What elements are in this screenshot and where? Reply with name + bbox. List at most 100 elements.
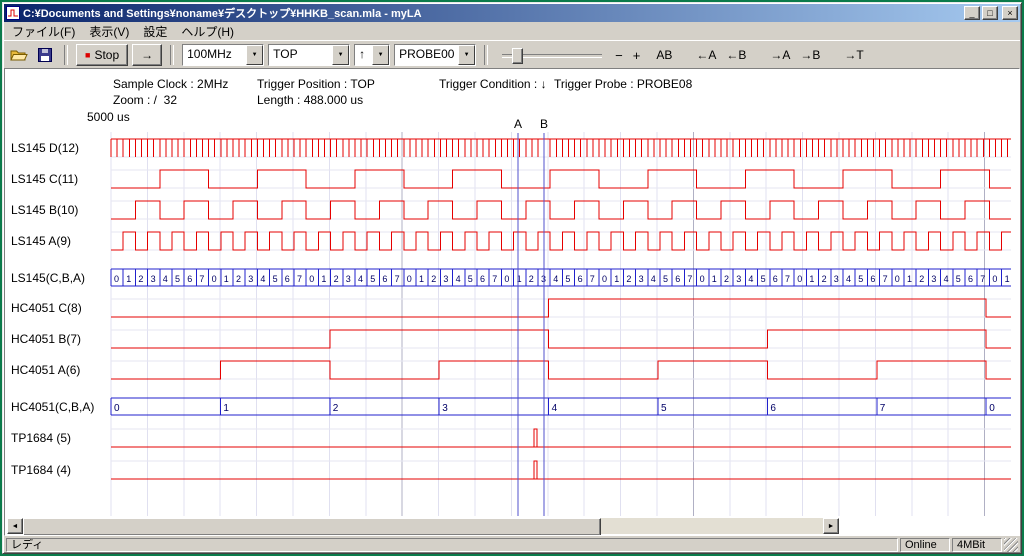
- menu-settings[interactable]: 設定: [136, 22, 174, 41]
- svg-text:6: 6: [285, 274, 290, 284]
- svg-text:4: 4: [260, 274, 265, 284]
- chevron-down-icon[interactable]: ▼: [372, 45, 389, 65]
- svg-text:1: 1: [1005, 274, 1010, 284]
- svg-text:3: 3: [834, 274, 839, 284]
- svg-text:6: 6: [187, 274, 192, 284]
- chevron-down-icon[interactable]: ▼: [458, 45, 475, 65]
- svg-text:2: 2: [529, 274, 534, 284]
- svg-text:7: 7: [785, 274, 790, 284]
- svg-text:5: 5: [761, 274, 766, 284]
- svg-text:5: 5: [661, 403, 667, 414]
- open-button[interactable]: [8, 44, 30, 66]
- svg-text:3: 3: [442, 403, 448, 414]
- svg-text:3: 3: [931, 274, 936, 284]
- window-title: C:¥Documents and Settings¥noname¥デスクトップ¥…: [23, 5, 961, 21]
- close-button[interactable]: ×: [1002, 6, 1018, 20]
- window-controls: _ □ ×: [964, 6, 1018, 20]
- sample-clock-value: 100MHz: [183, 45, 246, 65]
- stop-button[interactable]: ■ Stop: [76, 44, 128, 66]
- sample-clock-select[interactable]: 100MHz ▼: [182, 44, 264, 66]
- waveform-hscrollbar[interactable]: ◄ ►: [7, 518, 839, 534]
- resize-grip[interactable]: [1004, 538, 1018, 552]
- svg-text:1: 1: [517, 274, 522, 284]
- svg-text:4: 4: [553, 274, 558, 284]
- goto-cursor-b-left-button[interactable]: ←B: [723, 46, 749, 64]
- goto-cursor-a-left-button[interactable]: ←A: [693, 46, 719, 64]
- svg-text:0: 0: [504, 274, 509, 284]
- menu-view[interactable]: 表示(V): [82, 22, 136, 41]
- svg-text:3: 3: [639, 274, 644, 284]
- goto-cursor-a-right-button[interactable]: →A: [767, 46, 793, 64]
- svg-text:2: 2: [334, 274, 339, 284]
- chevron-down-icon[interactable]: ▼: [246, 45, 263, 65]
- folder-open-icon: [10, 48, 28, 62]
- svg-text:6: 6: [675, 274, 680, 284]
- goto-trigger-button[interactable]: →T: [841, 46, 866, 64]
- zoom-slider[interactable]: [502, 45, 602, 65]
- svg-text:0: 0: [989, 403, 995, 414]
- svg-text:5: 5: [370, 274, 375, 284]
- slider-thumb[interactable]: [512, 48, 523, 64]
- goto-cursor-b-right-button[interactable]: →B: [797, 46, 823, 64]
- svg-text:5: 5: [273, 274, 278, 284]
- svg-text:1: 1: [614, 274, 619, 284]
- minimize-button[interactable]: _: [964, 6, 980, 20]
- menu-help[interactable]: ヘルプ(H): [174, 22, 241, 41]
- svg-text:1: 1: [223, 403, 229, 414]
- svg-text:5: 5: [956, 274, 961, 284]
- maximize-button[interactable]: □: [982, 6, 998, 20]
- title-bar[interactable]: C:¥Documents and Settings¥noname¥デスクトップ¥…: [4, 4, 1020, 22]
- svg-text:0: 0: [797, 274, 802, 284]
- svg-text:1: 1: [224, 274, 229, 284]
- trigger-edge-value: ↑: [355, 45, 372, 65]
- svg-text:4: 4: [456, 274, 461, 284]
- svg-text:6: 6: [968, 274, 973, 284]
- svg-text:6: 6: [770, 403, 776, 414]
- svg-text:0: 0: [895, 274, 900, 284]
- status-bar: レディ Online 4MBit: [4, 536, 1020, 552]
- svg-text:5: 5: [858, 274, 863, 284]
- svg-text:1: 1: [907, 274, 912, 284]
- svg-text:2: 2: [333, 403, 339, 414]
- svg-text:0: 0: [407, 274, 412, 284]
- app-window: C:¥Documents and Settings¥noname¥デスクトップ¥…: [2, 2, 1022, 554]
- scroll-left-button[interactable]: ◄: [7, 518, 23, 534]
- chevron-down-icon[interactable]: ▼: [332, 45, 349, 65]
- save-button[interactable]: [34, 44, 56, 66]
- svg-text:3: 3: [346, 274, 351, 284]
- stop-label: Stop: [94, 48, 119, 62]
- svg-text:6: 6: [870, 274, 875, 284]
- svg-text:4: 4: [358, 274, 363, 284]
- toolbar-separator: [484, 45, 488, 65]
- svg-text:7: 7: [199, 274, 204, 284]
- svg-text:6: 6: [382, 274, 387, 284]
- svg-text:0: 0: [212, 274, 217, 284]
- status-memory: 4MBit: [952, 538, 1002, 552]
- waveform-plot[interactable]: 0123456701234567012345670123456701234567…: [5, 69, 1019, 535]
- menu-file[interactable]: ファイル(F): [5, 22, 82, 41]
- svg-text:1: 1: [321, 274, 326, 284]
- scrollbar-track[interactable]: [23, 518, 823, 534]
- scroll-right-button[interactable]: ►: [823, 518, 839, 534]
- zoom-in-button[interactable]: +: [630, 46, 644, 65]
- run-button[interactable]: →: [132, 44, 162, 66]
- trigger-edge-select[interactable]: ↑ ▼: [354, 44, 390, 66]
- scrollbar-thumb[interactable]: [23, 518, 601, 536]
- svg-text:2: 2: [822, 274, 827, 284]
- svg-text:7: 7: [297, 274, 302, 284]
- svg-text:4: 4: [748, 274, 753, 284]
- ab-cursors-button[interactable]: AB: [653, 46, 675, 64]
- trigger-probe-select[interactable]: PROBE00 ▼: [394, 44, 476, 66]
- svg-text:3: 3: [736, 274, 741, 284]
- svg-text:0: 0: [602, 274, 607, 284]
- svg-text:2: 2: [431, 274, 436, 284]
- trigger-probe-value: PROBE00: [395, 45, 458, 65]
- status-message: レディ: [6, 538, 898, 552]
- zoom-out-button[interactable]: −: [612, 46, 626, 65]
- svg-text:4: 4: [944, 274, 949, 284]
- svg-text:3: 3: [443, 274, 448, 284]
- trigger-position-select[interactable]: TOP ▼: [268, 44, 350, 66]
- svg-text:6: 6: [773, 274, 778, 284]
- svg-text:5: 5: [468, 274, 473, 284]
- svg-text:0: 0: [992, 274, 997, 284]
